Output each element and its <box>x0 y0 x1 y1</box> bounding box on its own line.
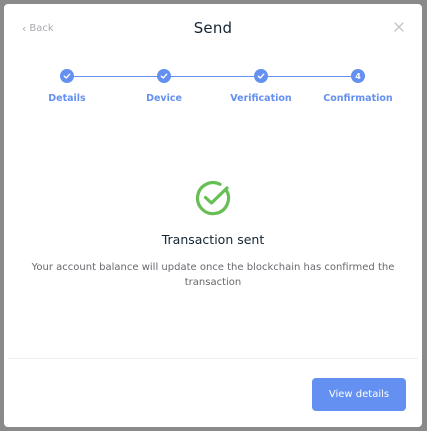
step-verification: Verification <box>211 69 311 104</box>
view-details-button[interactable]: View details <box>312 378 406 411</box>
result-description: Your account balance will update once th… <box>31 262 395 288</box>
step-number: 4 <box>351 69 365 83</box>
step-label: Confirmation <box>323 93 393 104</box>
step-check-icon <box>60 69 74 83</box>
step-check-icon <box>157 69 171 83</box>
close-icon[interactable] <box>392 20 406 34</box>
step-confirmation: 4 Confirmation <box>308 69 408 104</box>
step-label: Verification <box>230 93 292 104</box>
step-details: Details <box>17 69 117 104</box>
stepper: Details Device Verification 4 Confirmati… <box>4 69 422 109</box>
step-check-icon <box>254 69 268 83</box>
step-label: Device <box>146 93 182 104</box>
footer-divider <box>8 358 418 359</box>
modal-title: Send <box>193 19 233 37</box>
step-device: Device <box>114 69 214 104</box>
send-modal: ‹ Back Send Details Device Verification <box>4 4 422 427</box>
check-circle-icon <box>195 181 231 216</box>
step-label: Details <box>48 93 86 104</box>
result-heading: Transaction sent <box>161 232 265 247</box>
